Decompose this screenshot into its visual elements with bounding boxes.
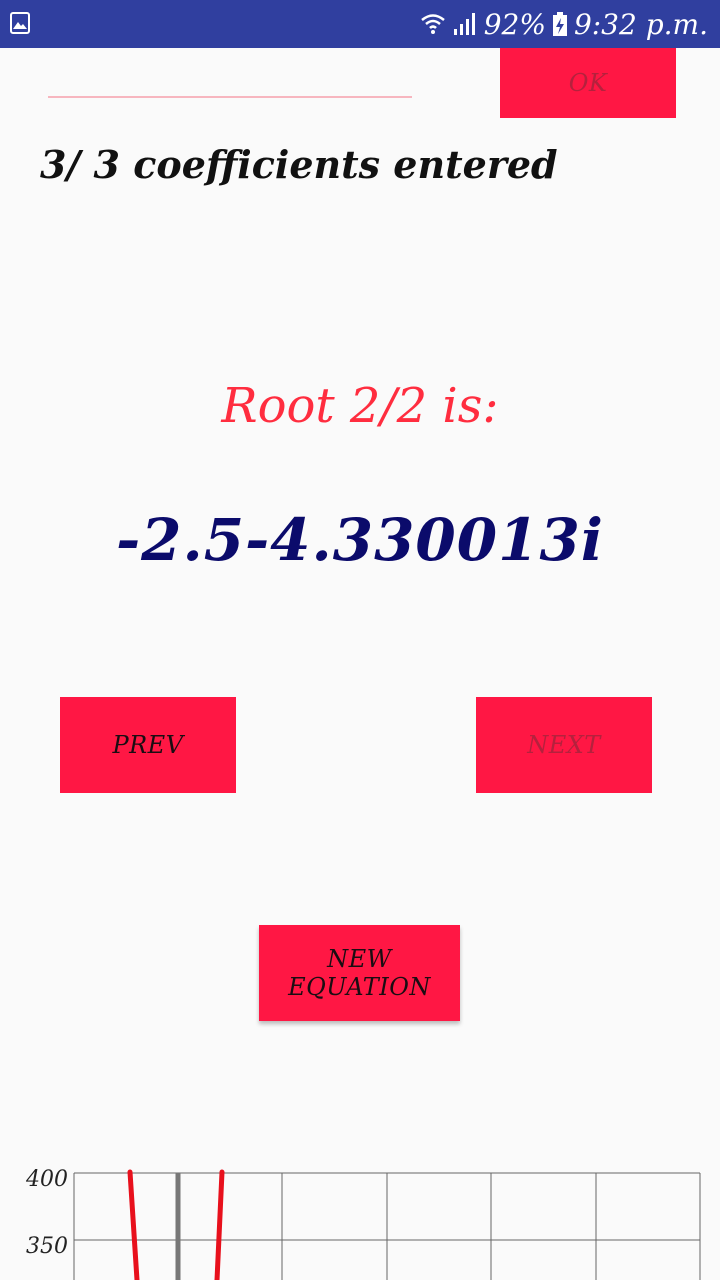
ok-button[interactable]: OK [500, 48, 676, 118]
coefficients-status: 3/ 3 coefficients entered [40, 142, 558, 187]
root-title: Root 2/2 is: [221, 378, 499, 434]
y-tick-label-400: 400 [25, 1167, 68, 1192]
equation-graph[interactable]: 400 350 [0, 1160, 720, 1280]
chart-grid [73, 1172, 701, 1280]
prev-button[interactable]: PREV [60, 697, 236, 793]
curve-left-branch [127, 1169, 140, 1280]
signal-icon [453, 13, 475, 35]
status-icons: 92% 9:32 p.m. [420, 6, 708, 42]
status-bar: 92% 9:32 p.m. [0, 0, 720, 48]
coefficient-input[interactable] [48, 96, 412, 98]
next-button[interactable]: NEXT [476, 697, 652, 793]
image-icon [10, 12, 30, 34]
battery-charging-icon [552, 12, 567, 36]
battery-percent: 92% [483, 7, 546, 41]
y-tick-label-350: 350 [26, 1234, 68, 1259]
clock: 9:32 p.m. [573, 7, 708, 41]
wifi-icon [420, 14, 445, 34]
root-value: -2.5-4.330013i [116, 506, 604, 574]
new-equation-button[interactable]: NEW EQUATION [259, 925, 460, 1021]
curve-right-branch [214, 1169, 225, 1280]
